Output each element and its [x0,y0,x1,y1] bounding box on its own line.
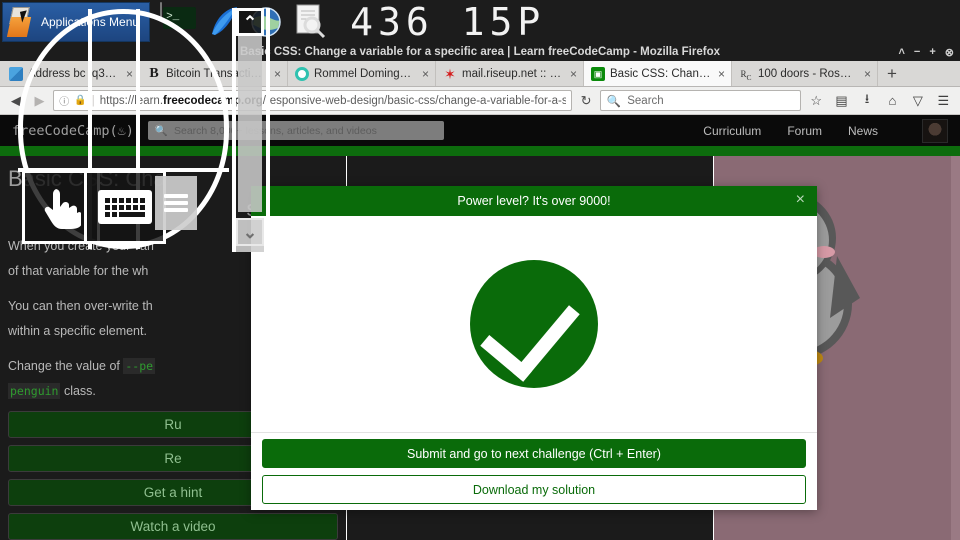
window-titlebar: Basic CSS: Change a variable for a speci… [0,43,960,61]
hamburger-menu-icon[interactable] [155,176,197,230]
chevron-down-icon: ⌄ [242,222,258,242]
tab-close-icon[interactable]: × [718,67,725,81]
overlay-rail [232,8,236,252]
window-controls: ˄ − + ⊗ [898,43,954,61]
panel-clock: 436 15P [350,0,546,44]
nav-link-curriculum[interactable]: Curriculum [703,124,761,138]
tab-close-icon[interactable]: × [126,67,133,81]
riseup-star-icon: ✶ [444,65,456,82]
tab-close-icon[interactable]: × [422,67,429,81]
home-icon[interactable]: ⌂ [882,90,903,112]
tab-close-icon[interactable]: × [274,67,281,81]
ring-icon [295,66,309,81]
close-icon[interactable]: × [796,190,805,210]
modal-header: Power level? It's over 9000! × [251,186,817,216]
fcc-search-input[interactable]: 🔍 Search 8,000+ lessons, articles, and v… [147,121,444,140]
browser-tabstrip: Address bc .q32xe7... × B Bitcoin Transa… [0,61,960,87]
fcc-nav-links: Curriculum Forum News [703,118,948,143]
window-minimize-button[interactable]: − [914,46,920,58]
tab-label: Address bc .q32xe7... [28,67,119,80]
search-icon: 🔍 [606,95,622,108]
nav-link-forum[interactable]: Forum [787,124,822,138]
browser-tab[interactable]: RC 100 doors - Rosetta ... × [732,61,878,86]
bitcoin-b-icon: B [149,65,159,81]
challenge-complete-modal: Power level? It's over 9000! × Submit an… [251,186,817,510]
bookmark-star-icon[interactable]: ☆ [805,90,826,112]
window-shade-button[interactable]: ˄ [898,46,904,58]
avatar[interactable] [922,118,948,143]
tab-label: Basic CSS: Change ... [610,67,711,80]
search-placeholder: Search [627,94,664,107]
browser-tab-active[interactable]: ▣ Basic CSS: Change ... × [584,61,732,86]
overlay-rail [266,8,270,252]
browser-navbar: ◀ ▶ ⓘ 🔒 | https://learn.freecodecamp.org… [0,87,960,115]
keyboard-icon[interactable] [84,170,166,244]
desktop-panel: Applications Menu >_ 436 15P [0,0,960,44]
address-bar[interactable]: ⓘ 🔒 | https://learn.freecodecamp.org/res… [53,90,573,111]
modal-footer: Submit and go to next challenge (Ctrl + … [251,432,817,510]
site-identity-icon[interactable]: ⓘ [59,93,69,108]
pocket-icon[interactable]: ▽ [907,90,928,112]
address-icon [9,66,23,81]
scroll-up-button[interactable]: ⌃ [236,8,264,36]
success-checkmark-icon [470,260,598,388]
tab-label: 100 doors - Rosetta ... [758,67,857,80]
back-button[interactable]: ◀ [6,90,26,112]
tab-close-icon[interactable]: × [864,67,871,81]
fcc-search-placeholder: Search 8,000+ lessons, articles, and vid… [174,124,377,137]
modal-body [251,216,817,432]
browser-tab[interactable]: Address bc .q32xe7... × [2,61,140,86]
lock-icon: 🔒 [74,95,87,106]
library-icon[interactable]: ▤ [831,90,852,112]
search-bar[interactable]: 🔍 Search [599,90,802,111]
rosettacode-icon: RC [740,68,752,82]
terminal-icon[interactable] [160,1,200,41]
applications-menu-button[interactable]: Applications Menu [2,1,151,42]
chevron-up-icon: ⌃ [242,12,258,32]
new-tab-button[interactable]: + [878,64,906,84]
fcc-navbar: freeCodeCamp(♨) 🔍 Search 8,000+ lessons,… [0,115,960,146]
instruction-code-variable: --pe [123,358,156,374]
forward-button[interactable]: ▶ [30,90,50,112]
xfce-mouse-logo-icon [6,5,37,39]
fcc-logo[interactable]: freeCodeCamp(♨) [12,123,134,139]
preview-scrollbar[interactable] [951,156,960,540]
search-icon: 🔍 [154,125,168,137]
firefox-window: Basic CSS: Change a variable for a speci… [0,43,960,540]
screen-root: Applications Menu >_ 436 15P Basic CSS: … [0,0,960,540]
browser-tab[interactable]: ✶ mail.riseup.net :: W... × [436,61,584,86]
reload-button[interactable]: ↻ [576,90,596,112]
window-close-button[interactable]: ⊗ [945,46,954,59]
watch-a-video-button[interactable]: Watch a video [8,513,338,540]
overlay-scrollbar-track[interactable] [238,36,262,212]
scroll-down-button[interactable]: ⌄ [236,218,264,246]
document-search-icon[interactable] [290,4,328,40]
overlay-scrollbar-footer [236,246,264,252]
browser-tab[interactable]: Rommel Domingue... × [288,61,436,86]
freecodecamp-icon: ▣ [591,66,605,81]
nav-link-news[interactable]: News [848,124,878,138]
window-maximize-button[interactable]: + [929,46,935,58]
instruction-code-class: penguin [8,383,61,399]
downloads-icon[interactable]: ⭳ [856,90,877,112]
hamburger-menu-icon[interactable]: ☰ [933,90,954,112]
tab-close-icon[interactable]: × [570,67,577,81]
download-solution-button[interactable]: Download my solution [262,475,806,504]
urlbar-separator: | [91,94,95,107]
tab-label: Rommel Domingue... [314,67,415,80]
url-text: https://learn.freecodecamp.org/responsiv… [99,94,567,107]
window-title: Basic CSS: Change a variable for a speci… [240,46,720,58]
fcc-accent-bar [0,146,960,156]
tab-label: mail.riseup.net :: W... [462,67,563,80]
modal-title: Power level? It's over 9000! [457,194,611,208]
submit-and-next-button[interactable]: Submit and go to next challenge (Ctrl + … [262,439,806,468]
